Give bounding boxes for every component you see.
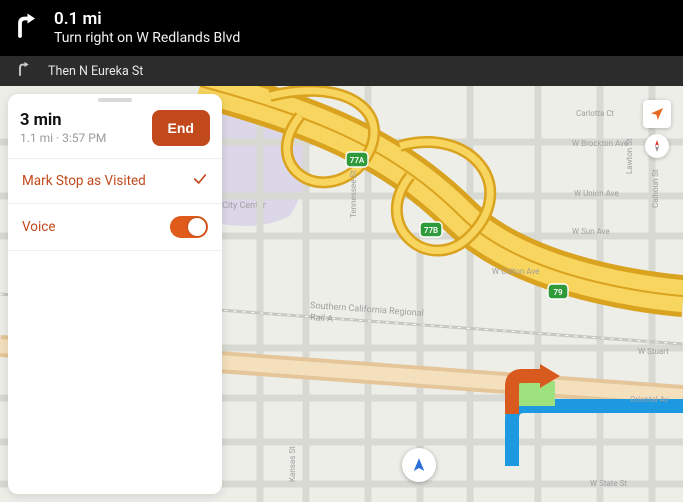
mark-stop-visited-row[interactable]: Mark Stop as Visited (8, 159, 222, 204)
turn-right-icon (14, 60, 32, 82)
eta-duration: 3 min (20, 111, 106, 130)
voice-row: Voice (8, 204, 222, 251)
primary-distance: 0.1 mi (54, 10, 240, 30)
svg-text:Lawton St: Lawton St (625, 138, 634, 174)
svg-text:77A: 77A (350, 156, 365, 165)
voice-toggle[interactable] (170, 216, 208, 238)
svg-text:Tennessee St: Tennessee St (349, 170, 358, 218)
svg-text:W Stuart: W Stuart (638, 347, 669, 356)
user-location-marker (402, 448, 436, 482)
voice-label: Voice (22, 219, 56, 235)
svg-text:Carlotta Ct: Carlotta Ct (576, 109, 615, 118)
svg-text:Kansas St: Kansas St (288, 446, 297, 482)
turn-right-icon (10, 11, 40, 45)
svg-text:Oriental Av: Oriental Av (630, 395, 669, 404)
svg-text:Calhoun St: Calhoun St (651, 169, 660, 208)
panel-grabber[interactable] (98, 98, 132, 102)
primary-instruction: Turn right on W Redlands Blvd (54, 30, 240, 46)
svg-text:City Center: City Center (222, 201, 266, 211)
route-info-panel: 3 min 1.1 mi · 3:57 PM End Mark Stop as … (8, 94, 222, 494)
end-route-button[interactable]: End (152, 110, 210, 146)
svg-text:Rail A: Rail A (310, 313, 334, 325)
svg-text:77B: 77B (424, 226, 438, 235)
svg-text:W Sun Ave: W Sun Ave (572, 227, 610, 236)
secondary-instruction: Then N Eureka St (48, 64, 143, 79)
secondary-direction-banner: Then N Eureka St (0, 56, 683, 86)
eta-details: 1.1 mi · 3:57 PM (20, 131, 106, 145)
primary-direction-banner: 0.1 mi Turn right on W Redlands Blvd (0, 0, 683, 56)
svg-text:W Brockton Ave: W Brockton Ave (572, 139, 628, 148)
svg-text:W State St: W State St (590, 479, 627, 488)
checkmark-icon (192, 171, 208, 191)
compass-button[interactable] (645, 134, 669, 158)
svg-text:W Union Ave: W Union Ave (574, 189, 619, 198)
mark-stop-visited-label: Mark Stop as Visited (22, 173, 146, 189)
svg-text:79: 79 (553, 288, 563, 297)
svg-text:Southern California Regional: Southern California Regional (310, 301, 424, 319)
recenter-button[interactable] (643, 100, 671, 128)
svg-text:W Colton Ave: W Colton Ave (492, 267, 539, 276)
